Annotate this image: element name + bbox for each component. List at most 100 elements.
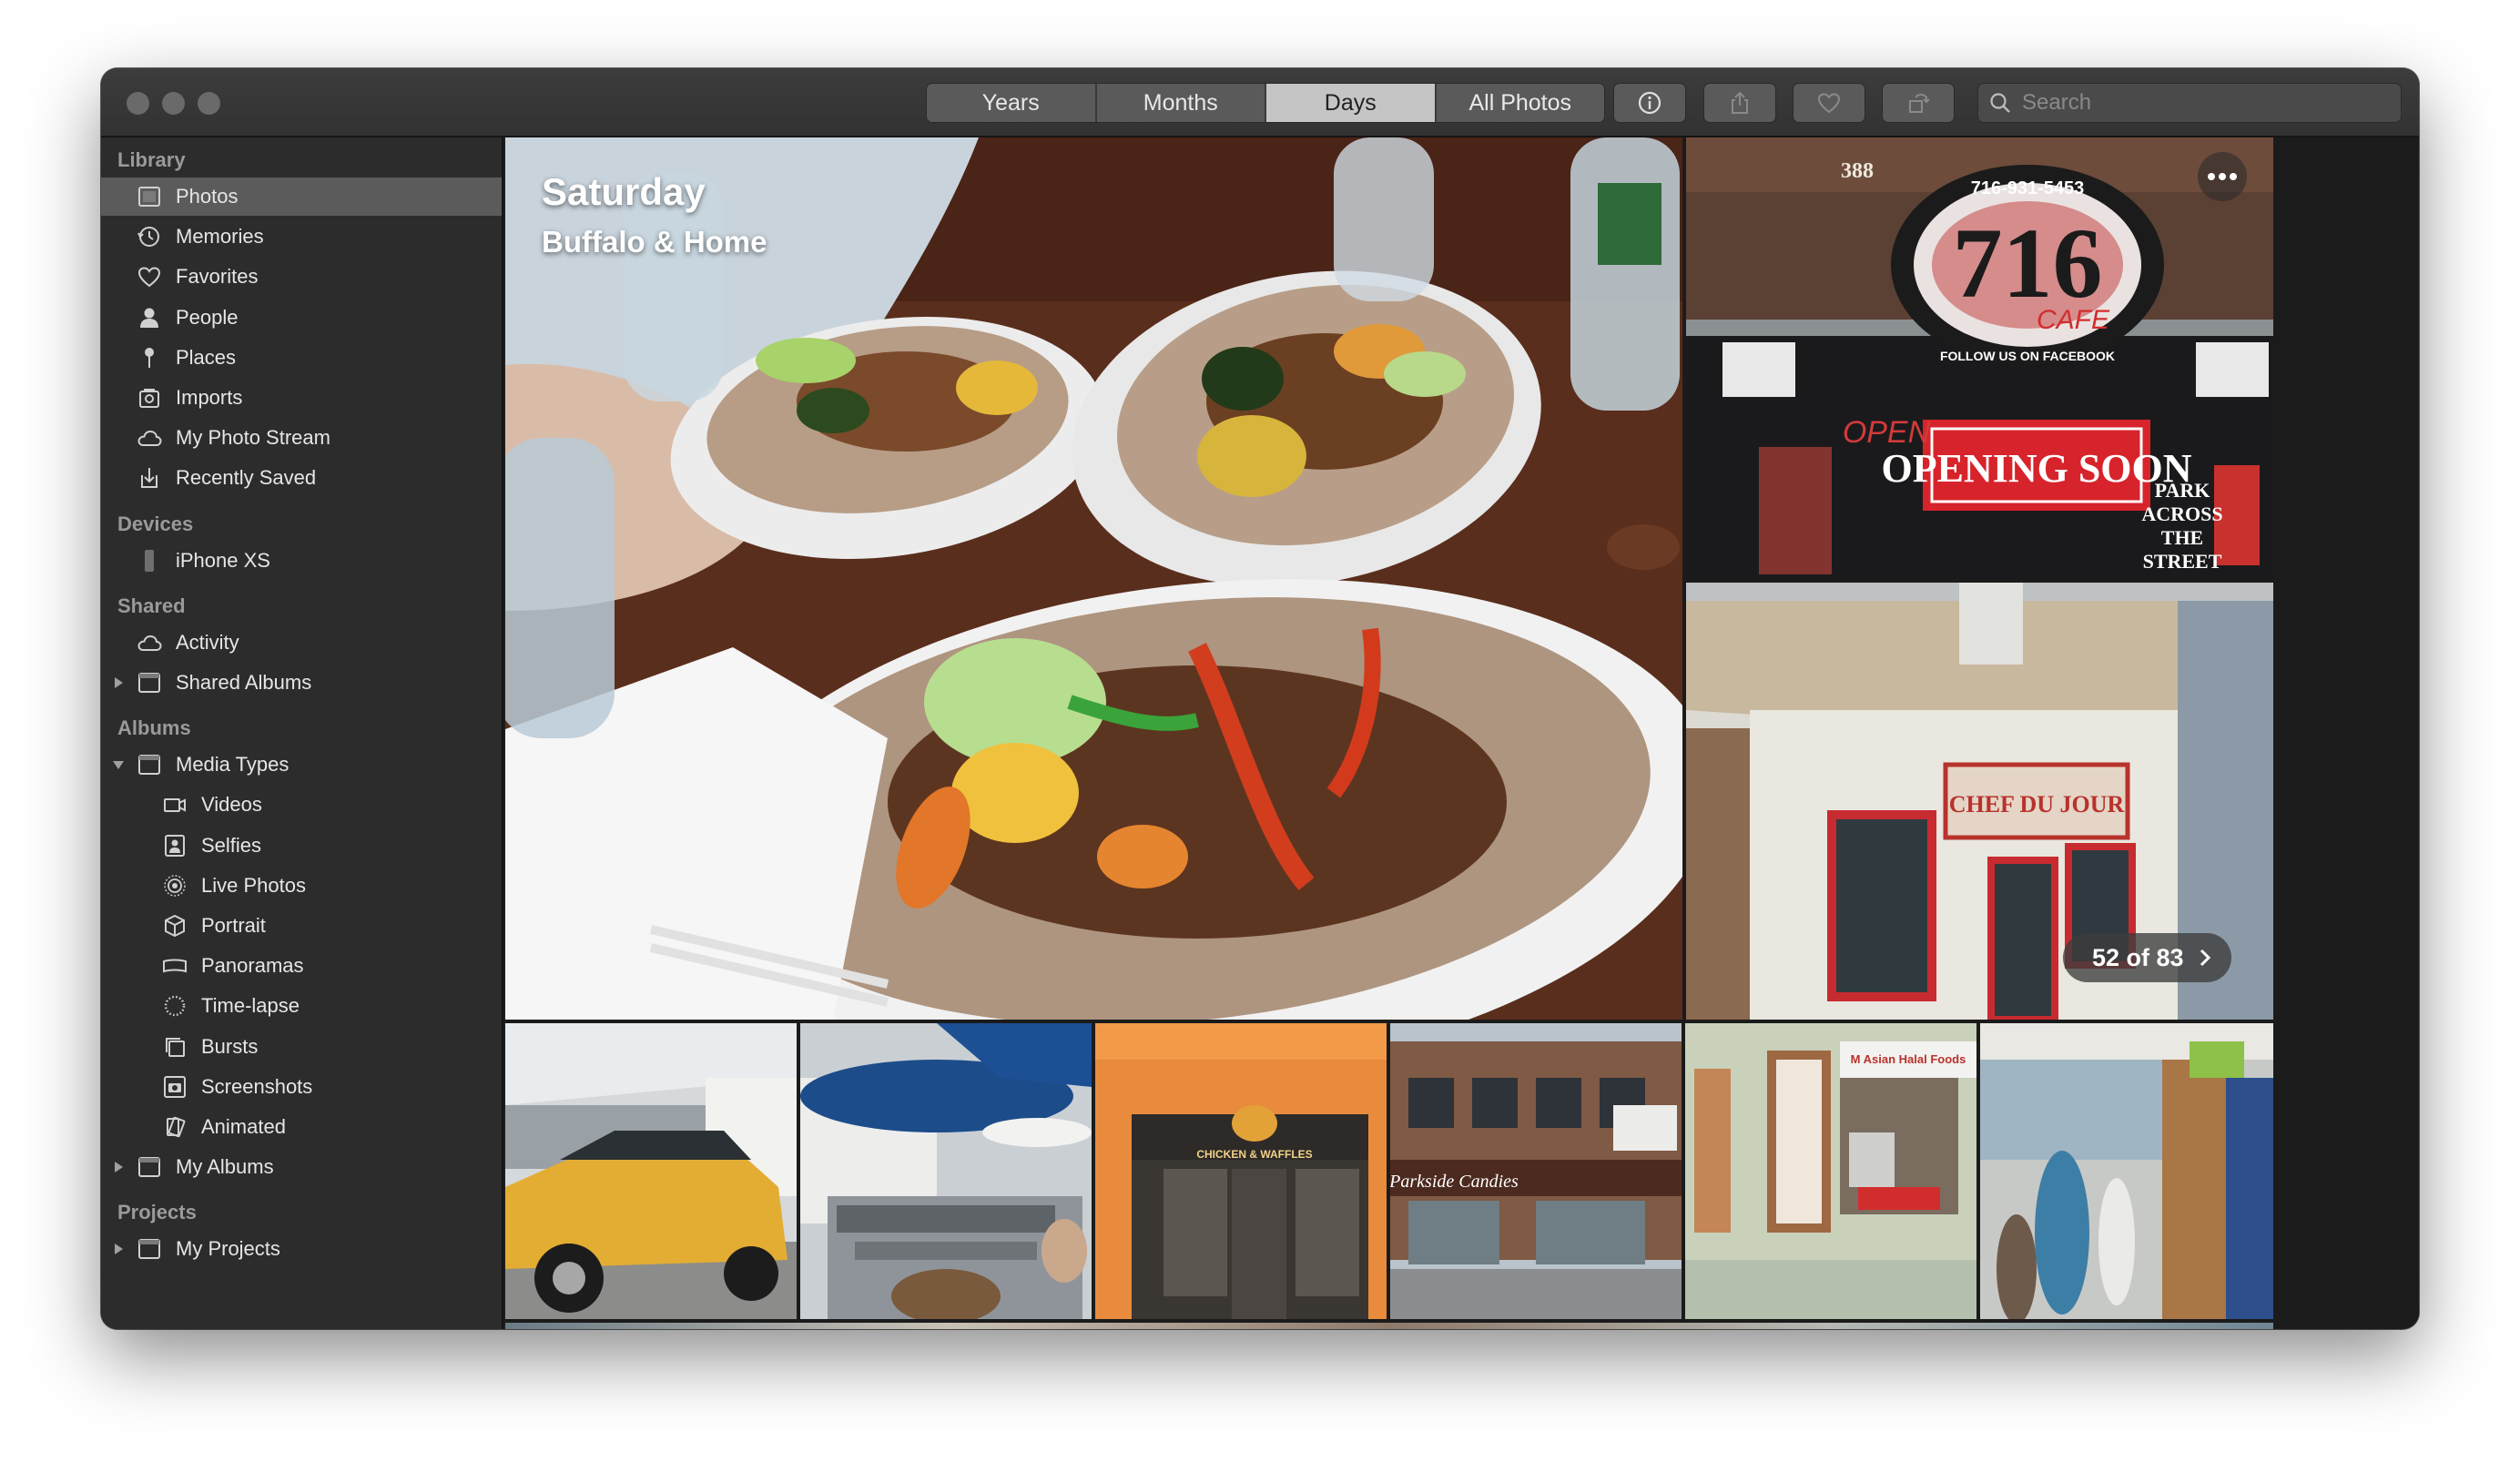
photo-chicken-waffles[interactable]: CHICKEN & WAFFLES xyxy=(1095,1023,1387,1319)
disclosure-collapsed-icon[interactable] xyxy=(110,1241,127,1257)
animated-icon xyxy=(159,1113,190,1141)
sidebar-item-videos[interactable]: Videos xyxy=(101,786,502,824)
more-options-button[interactable] xyxy=(2198,152,2247,201)
sidebar-item-label: Screenshots xyxy=(201,1074,313,1098)
disclosure-collapsed-icon[interactable] xyxy=(110,1159,127,1175)
saved-icon xyxy=(134,464,165,492)
info-button[interactable] xyxy=(1613,83,1686,123)
sidebar-item-label: Favorites xyxy=(176,265,259,289)
sidebar-item-bursts[interactable]: Bursts xyxy=(101,1028,502,1066)
tab-all-photos[interactable]: All Photos xyxy=(1437,84,1605,122)
park-sign-line-1: PARK xyxy=(2155,479,2210,502)
photo-hero-food[interactable]: Saturday Buffalo & Home xyxy=(505,137,1682,1020)
share-button[interactable] xyxy=(1703,83,1776,123)
food-photo-image xyxy=(505,137,1682,1020)
sidebar-item-label: Media Types xyxy=(176,753,290,777)
photos-window: YearsMonthsDaysAll Photos Library Photos M… xyxy=(101,68,2419,1329)
sidebar-item-imports[interactable]: Imports xyxy=(101,379,502,417)
tab-years[interactable]: Years xyxy=(927,84,1097,122)
tab-days[interactable]: Days xyxy=(1266,84,1437,122)
section-header-shared: Shared xyxy=(117,594,186,617)
sidebar-item-my-photo-stream[interactable]: My Photo Stream xyxy=(101,419,502,457)
selfie-icon xyxy=(159,832,190,859)
waffles-sign-text: CHICKEN & WAFFLES xyxy=(1196,1148,1312,1161)
sidebar-item-label: Selfies xyxy=(201,833,262,857)
minimize-window-button[interactable] xyxy=(162,92,185,115)
sidebar-item-label: Portrait xyxy=(201,914,266,937)
sidebar-item-favorites[interactable]: Favorites xyxy=(101,258,502,296)
info-icon xyxy=(1638,91,1661,115)
chevron-right-icon xyxy=(2200,949,2210,967)
live-icon xyxy=(159,872,190,899)
sidebar-item-photos[interactable]: Photos xyxy=(101,178,502,216)
memories-icon xyxy=(134,223,165,250)
sidebar: Library Photos Memories Favorites People Plac… xyxy=(101,137,503,1329)
halal-sign-text: M Asian Halal Foods xyxy=(1851,1052,1966,1066)
favorite-button[interactable] xyxy=(1793,83,1865,123)
photo-yellow-car[interactable] xyxy=(505,1023,797,1319)
photo-parkside-candies[interactable]: Parkside Candies xyxy=(1390,1023,1682,1319)
search-input[interactable] xyxy=(2022,90,2386,116)
disclosure-expanded-icon[interactable] xyxy=(110,756,127,773)
rotate-button[interactable] xyxy=(1882,83,1955,123)
cloud-icon xyxy=(134,629,165,656)
sidebar-item-places[interactable]: Places xyxy=(101,339,502,377)
sidebar-item-label: iPhone XS xyxy=(176,548,270,572)
photo-shop-interior[interactable] xyxy=(1980,1023,2273,1319)
sidebar-item-portrait[interactable]: Portrait xyxy=(101,907,502,945)
sidebar-item-label: Activity xyxy=(176,630,239,654)
cube-icon xyxy=(159,912,190,939)
sidebar-item-activity[interactable]: Activity xyxy=(101,624,502,662)
sidebar-item-media-types[interactable]: Media Types xyxy=(101,746,502,784)
sidebar-item-time-lapse[interactable]: Time-lapse xyxy=(101,987,502,1025)
sidebar-item-animated[interactable]: Animated xyxy=(101,1108,502,1146)
timelapse-icon xyxy=(159,992,190,1020)
photo-chef-du-jour[interactable]: CHEF DU JOUR 52 of 83 xyxy=(1686,583,2273,1020)
parkside-sign-text: Parkside Candies xyxy=(1390,1172,1519,1192)
section-header-library: Library xyxy=(117,148,186,171)
heart-icon xyxy=(1817,93,1841,114)
cafe-storefront-image: 388 716-931-5453 716 CAFE FOLLOW US ON F… xyxy=(1686,137,2273,579)
sidebar-item-panoramas[interactable]: Panoramas xyxy=(101,947,502,985)
sidebar-item-people[interactable]: People xyxy=(101,299,502,337)
day-subtitle: Buffalo & Home xyxy=(542,225,767,259)
sidebar-item-my-albums[interactable]: My Albums xyxy=(101,1148,502,1186)
close-window-button[interactable] xyxy=(127,92,149,115)
sidebar-item-label: Live Photos xyxy=(201,873,306,897)
search-field[interactable] xyxy=(1977,83,2402,123)
yellow-car-image xyxy=(505,1023,797,1319)
zoom-window-button[interactable] xyxy=(198,92,220,115)
sidebar-item-label: Videos xyxy=(201,793,262,817)
photo-716-cafe[interactable]: 388 716-931-5453 716 CAFE FOLLOW US ON F… xyxy=(1686,137,2273,579)
sidebar-item-my-projects[interactable]: My Projects xyxy=(101,1230,502,1268)
photo-picnic-tables[interactable] xyxy=(800,1023,1092,1319)
sidebar-item-live-photos[interactable]: Live Photos xyxy=(101,867,502,905)
day-view-content: Saturday Buffalo & Home 388 716-931-5453… xyxy=(505,137,2419,1329)
cloud-icon xyxy=(134,424,165,452)
picnic-tables-image xyxy=(800,1023,1092,1319)
photo-halal-counter[interactable]: M Asian Halal Foods xyxy=(1685,1023,1976,1319)
ellipsis-icon xyxy=(2208,173,2237,180)
phone-icon xyxy=(134,547,165,574)
sidebar-item-shared-albums[interactable]: Shared Albums xyxy=(101,664,502,702)
sidebar-item-recently-saved[interactable]: Recently Saved xyxy=(101,459,502,497)
heart-icon xyxy=(134,263,165,290)
rotate-icon xyxy=(1909,94,1930,113)
park-sign-line-3: THE xyxy=(2161,526,2203,549)
disclosure-collapsed-icon[interactable] xyxy=(110,675,127,691)
sidebar-item-label: Memories xyxy=(176,225,264,249)
sidebar-item-selfies[interactable]: Selfies xyxy=(101,827,502,865)
parkside-candies-image: Parkside Candies xyxy=(1390,1023,1682,1319)
share-icon xyxy=(1732,91,1748,114)
photo-count-button[interactable]: 52 of 83 xyxy=(2063,933,2231,982)
sign-716-cafe-text: CAFE xyxy=(2037,305,2110,335)
tab-months[interactable]: Months xyxy=(1097,84,1266,122)
sign-716-number-text: 716 xyxy=(1953,208,2103,319)
imports-icon xyxy=(134,384,165,411)
sidebar-item-iphone-xs[interactable]: iPhone XS xyxy=(101,542,502,580)
sidebar-item-screenshots[interactable]: Screenshots xyxy=(101,1068,502,1106)
sidebar-item-memories[interactable]: Memories xyxy=(101,218,502,256)
park-sign-line-2: ACROSS xyxy=(2141,503,2222,525)
sidebar-item-label: People xyxy=(176,305,239,329)
shop-interior-image xyxy=(1980,1023,2273,1319)
